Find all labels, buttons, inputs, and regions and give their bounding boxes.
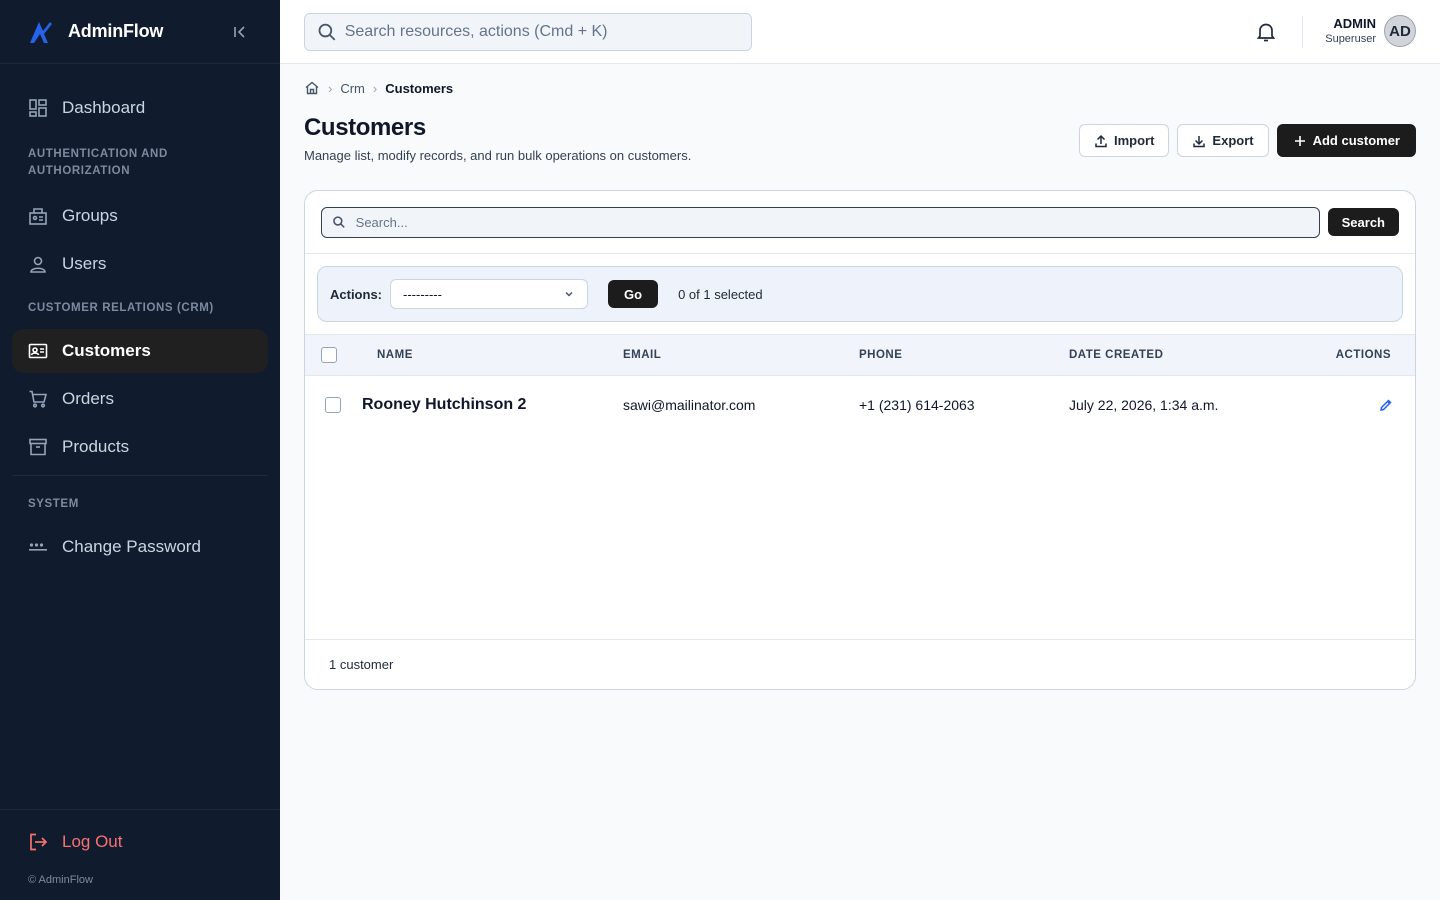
edit-pencil-icon[interactable] [1379, 398, 1393, 412]
column-actions: ACTIONS [1335, 349, 1391, 361]
avatar[interactable]: AD [1384, 15, 1416, 47]
logout-icon [30, 833, 48, 851]
nav-divider [12, 475, 268, 476]
adminflow-logo-icon [30, 21, 52, 43]
sidebar-item-label: Customers [62, 341, 151, 360]
header-actions: Import Export Add customer [1078, 124, 1416, 157]
column-email[interactable]: EMAIL [623, 349, 661, 361]
actions-label: Actions: [330, 286, 382, 302]
contact-card-icon [28, 343, 48, 359]
list-footer: 1 customer [305, 639, 1415, 689]
groups-icon [29, 208, 47, 225]
user-role: Superuser [1325, 33, 1376, 45]
search-icon [318, 23, 336, 41]
search-button[interactable]: Search [1327, 208, 1399, 236]
user-info: ADMIN Superuser [1325, 16, 1376, 46]
actions-select-value: --------- [403, 286, 442, 302]
table-header: NAME EMAIL PHONE DATE CREATED ACTIONS [305, 334, 1415, 376]
sidebar-item-label: Groups [62, 206, 118, 225]
import-button[interactable]: Import [1078, 124, 1170, 157]
topbar: ADMIN Superuser AD [280, 0, 1440, 64]
list-search-field[interactable] [321, 206, 1320, 238]
table-row: Rooney Hutchinson 2 sawi@mailinator.com … [305, 376, 1415, 434]
row-checkbox[interactable] [325, 397, 341, 413]
sidebar-item-label: Users [62, 254, 107, 273]
sidebar-footer: Log Out © AdminFlow [0, 809, 280, 900]
add-customer-label: Add customer [1312, 133, 1400, 148]
topbar-divider [1302, 16, 1303, 48]
notification-bell-icon[interactable] [1254, 20, 1278, 44]
sidebar-item-users[interactable]: Users [12, 242, 268, 286]
breadcrumb-current: Customers [385, 80, 454, 96]
main-content: › Crm › Customers Customers Manage list,… [304, 64, 1416, 690]
plus-icon [1294, 135, 1305, 146]
chevron-down-icon [565, 291, 573, 297]
password-dots-icon [29, 543, 47, 551]
sidebar-item-label: Products [62, 437, 130, 456]
sidebar-item-label: Change Password [62, 537, 201, 556]
archive-box-icon [29, 438, 47, 456]
collapse-left-icon [234, 25, 245, 38]
customer-phone: +1 (231) 614-2063 [859, 397, 975, 413]
customer-name-link[interactable]: Rooney Hutchinson 2 [362, 396, 526, 414]
breadcrumb-separator: › [328, 80, 333, 96]
list-search-bar: Search [305, 191, 1415, 254]
logout-label: Log Out [62, 832, 123, 851]
logout-button[interactable]: Log Out [28, 832, 252, 852]
export-label: Export [1212, 133, 1254, 148]
user-name: ADMIN [1333, 16, 1376, 31]
page-header: Customers Manage list, modify records, a… [304, 114, 1416, 190]
breadcrumb: › Crm › Customers [304, 64, 1416, 112]
selected-count: 0 of 1 selected [678, 286, 763, 302]
sidebar-item-dashboard[interactable]: Dashboard [12, 86, 268, 130]
dashboard-icon [29, 99, 47, 117]
import-label: Import [1113, 133, 1155, 148]
search-icon [333, 216, 345, 228]
nav-section-auth: Authentication and Authorization [28, 148, 168, 177]
brand-name: AdminFlow [68, 21, 164, 41]
export-button[interactable]: Export [1177, 124, 1269, 157]
bulk-actions-bar: Actions: --------- Go 0 of 1 selected [317, 266, 1403, 322]
sidebar-item-orders[interactable]: Orders [12, 377, 268, 421]
sidebar-item-products[interactable]: Products [12, 425, 268, 469]
go-button[interactable]: Go [608, 280, 659, 308]
sidebar-item-customers[interactable]: Customers [12, 329, 268, 373]
shopping-cart-icon [29, 390, 48, 408]
sidebar-item-label: Orders [62, 389, 114, 408]
user-menu[interactable]: ADMIN Superuser AD [1325, 15, 1416, 47]
column-date-created[interactable]: DATE CREATED [1069, 349, 1163, 361]
breadcrumb-separator: › [372, 80, 378, 96]
customer-email: sawi@mailinator.com [623, 397, 756, 413]
global-search-input[interactable] [344, 23, 739, 41]
customers-list-card: Search Actions: --------- Go 0 of 1 sele… [304, 190, 1416, 690]
actions-select[interactable]: --------- [390, 279, 588, 309]
list-search-input[interactable] [355, 214, 1309, 230]
column-phone[interactable]: PHONE [859, 349, 902, 361]
upload-icon [1095, 134, 1107, 147]
brand: AdminFlow [0, 0, 280, 64]
sidebar: AdminFlow Dashboard Authentication and A… [0, 0, 280, 900]
nav-section-crm: Customer Relations (CRM) [28, 302, 214, 314]
breadcrumb-crm-link[interactable]: Crm [340, 81, 365, 96]
select-all-checkbox[interactable] [321, 347, 337, 363]
copyright: © AdminFlow [28, 874, 93, 886]
sidebar-item-change-password[interactable]: Change Password [12, 525, 268, 569]
sidebar-item-label: Dashboard [62, 98, 146, 117]
add-customer-button[interactable]: Add customer [1276, 124, 1416, 157]
customer-date-created: July 22, 2026, 1:34 a.m. [1069, 397, 1219, 413]
user-icon [30, 256, 46, 273]
sidebar-nav: Dashboard Authentication and Authorizati… [0, 64, 280, 569]
download-icon [1193, 135, 1206, 147]
nav-section-system: System [28, 498, 79, 510]
global-search[interactable] [304, 13, 752, 51]
column-name[interactable]: NAME [377, 349, 413, 361]
home-icon[interactable] [304, 80, 320, 96]
collapse-sidebar-button[interactable] [228, 20, 252, 44]
sidebar-item-groups[interactable]: Groups [12, 194, 268, 238]
